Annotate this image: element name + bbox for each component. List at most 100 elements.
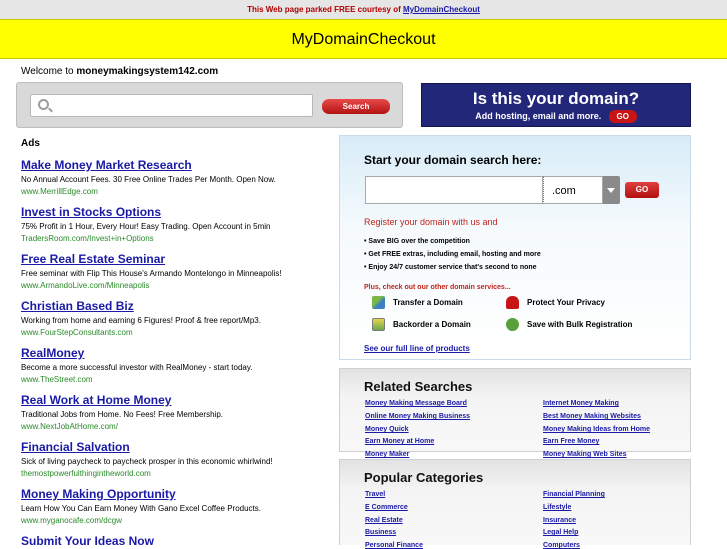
domain-go-button[interactable]: GO [625, 182, 659, 198]
category-link[interactable]: Business [365, 529, 396, 536]
ad-title[interactable]: Financial Salvation [21, 433, 320, 454]
ad-item: Submit Your Ideas Now [16, 527, 320, 545]
domain-promo-text: Add hosting, email and more. [475, 111, 602, 121]
search-box: Search [16, 82, 403, 128]
category-link[interactable]: E Commerce [365, 504, 408, 511]
ad-item: Money Making Opportunity Learn How You C… [16, 480, 320, 527]
parked-banner: This Web page parked FREE courtesy of My… [0, 0, 727, 19]
category-link[interactable]: Travel [365, 491, 385, 498]
category-link[interactable]: Computers [543, 542, 580, 549]
ad-url[interactable]: www.TheStreet.com [21, 374, 320, 385]
service-transfer[interactable]: Transfer a Domain [372, 295, 463, 311]
benefits-list: • Save BIG over the competition • Get FR… [364, 235, 541, 274]
service-bulk[interactable]: Save with Bulk Registration [506, 317, 632, 333]
domain-promo[interactable]: Is this your domain? Add hosting, email … [421, 83, 691, 127]
ad-title[interactable]: Real Work at Home Money [21, 386, 320, 407]
ad-url[interactable]: themostpowerfulthingintheworld.com [21, 468, 320, 479]
hand-icon [506, 296, 519, 310]
other-services-text: Plus, check out our other domain service… [364, 284, 511, 291]
full-line-link[interactable]: See our full line of products [364, 344, 470, 353]
brand-title[interactable]: MyDomainCheckout [291, 31, 435, 48]
related-link[interactable]: Earn Money at Home [365, 438, 434, 445]
transfer-icon [372, 296, 385, 310]
chevron-down-icon[interactable] [603, 176, 620, 204]
service-privacy-label: Protect Your Privacy [527, 298, 605, 307]
ad-description: Become a more successful investor with R… [21, 363, 253, 372]
tld-select[interactable]: .com [543, 176, 603, 204]
category-link[interactable]: Personal Finance [365, 542, 423, 549]
ad-item: Christian Based Biz Working from home an… [16, 292, 320, 339]
brand-header: MyDomainCheckout [0, 19, 727, 59]
ads-list: Make Money Market Research No Annual Acc… [16, 151, 320, 545]
related-searches-panel: Related Searches Money Making Message Bo… [339, 368, 691, 458]
ad-title[interactable]: Christian Based Biz [21, 292, 320, 313]
category-link[interactable]: Real Estate [365, 517, 403, 524]
domain-promo-sub: Add hosting, email and more. GO [422, 109, 690, 124]
ad-item: Invest in Stocks Options 75% Profit in 1… [16, 198, 320, 245]
ad-url[interactable]: www.ArmandoLive.com/Minneapolis [21, 280, 320, 291]
ad-title[interactable]: Invest in Stocks Options [21, 198, 320, 219]
related-link[interactable]: Money Making Message Board [365, 400, 467, 407]
search-icon [38, 99, 49, 110]
ad-item: RealMoney Become a more successful inves… [16, 339, 320, 386]
benefit-item: • Save BIG over the competition [364, 238, 470, 245]
ad-title[interactable]: Money Making Opportunity [21, 480, 320, 501]
related-searches-heading: Related Searches [364, 379, 473, 394]
parked-banner-link[interactable]: MyDomainCheckout [403, 5, 480, 14]
welcome-text: Welcome to moneymakingsystem142.com [21, 66, 218, 77]
ad-url[interactable]: TradersRoom.com/Invest+in+Options [21, 233, 320, 244]
savings-icon [506, 318, 519, 332]
ad-item: Financial Salvation Sick of living paych… [16, 433, 320, 480]
service-backorder-label: Backorder a Domain [393, 320, 471, 329]
service-backorder[interactable]: Backorder a Domain [372, 317, 471, 333]
parked-banner-text: This Web page parked FREE courtesy of [247, 5, 401, 14]
welcome-domain: moneymakingsystem142.com [76, 66, 219, 77]
ad-url[interactable]: www.MerrillEdge.com [21, 186, 320, 197]
ad-item: Make Money Market Research No Annual Acc… [16, 151, 320, 198]
service-bulk-label: Save with Bulk Registration [527, 320, 633, 329]
ad-description: Learn How You Can Earn Money With Gano E… [21, 504, 261, 513]
category-link[interactable]: Financial Planning [543, 491, 605, 498]
related-link[interactable]: Online Money Making Business [365, 413, 470, 420]
ad-description: Working from home and earning 6 Figures!… [21, 316, 261, 325]
ad-title[interactable]: Free Real Estate Seminar [21, 245, 320, 266]
domain-search-heading: Start your domain search here: [364, 153, 542, 167]
service-transfer-label: Transfer a Domain [393, 298, 463, 307]
ad-item: Free Real Estate Seminar Free seminar wi… [16, 245, 320, 292]
search-input[interactable] [30, 94, 313, 117]
ad-description: Free seminar with Flip This House's Arma… [21, 269, 282, 278]
ad-title[interactable]: Submit Your Ideas Now [21, 527, 320, 545]
welcome-prefix: Welcome to [21, 66, 74, 77]
ad-description: No Annual Account Fees. 30 Free Online T… [21, 175, 276, 184]
benefit-item: • Enjoy 24/7 customer service that's sec… [364, 264, 537, 271]
domain-promo-question: Is this your domain? [472, 89, 640, 108]
related-link[interactable]: Internet Money Making [543, 400, 619, 407]
related-link[interactable]: Money Making Ideas from Home [543, 426, 650, 433]
ad-description: Sick of living paycheck to paycheck pros… [21, 457, 273, 466]
ad-url[interactable]: www.FourStepConsultants.com [21, 327, 320, 338]
related-link[interactable]: Money Maker [365, 451, 409, 458]
register-text: Register your domain with us and [364, 217, 498, 227]
clipboard-icon [372, 318, 385, 332]
search-button[interactable]: Search [322, 99, 390, 114]
ad-url[interactable]: www.myganocafe.com/dcgw [21, 515, 320, 526]
benefit-item: • Get FREE extras, including email, host… [364, 251, 541, 258]
related-link[interactable]: Best Money Making Websites [543, 413, 641, 420]
category-link[interactable]: Legal Help [543, 529, 578, 536]
related-link[interactable]: Earn Free Money [543, 438, 599, 445]
domain-search-input[interactable] [365, 176, 543, 204]
ad-description: 75% Profit in 1 Hour, Every Hour! Easy T… [21, 222, 271, 231]
ad-title[interactable]: Make Money Market Research [21, 151, 320, 172]
service-privacy[interactable]: Protect Your Privacy [506, 295, 605, 311]
ad-title[interactable]: RealMoney [21, 339, 320, 360]
popular-categories-heading: Popular Categories [364, 470, 484, 485]
domain-promo-go-button[interactable]: GO [608, 110, 637, 124]
ad-item: Real Work at Home Money Traditional Jobs… [16, 386, 320, 433]
ad-url[interactable]: www.NextJobAtHome.com/ [21, 421, 320, 432]
category-link[interactable]: Insurance [543, 517, 576, 524]
related-link[interactable]: Money Quick [365, 426, 409, 433]
category-link[interactable]: Lifestyle [543, 504, 571, 511]
domain-search-panel: Start your domain search here: .com GO R… [339, 135, 691, 360]
related-link[interactable]: Money Making Web Sites [543, 451, 627, 458]
ads-heading: Ads [21, 138, 40, 149]
